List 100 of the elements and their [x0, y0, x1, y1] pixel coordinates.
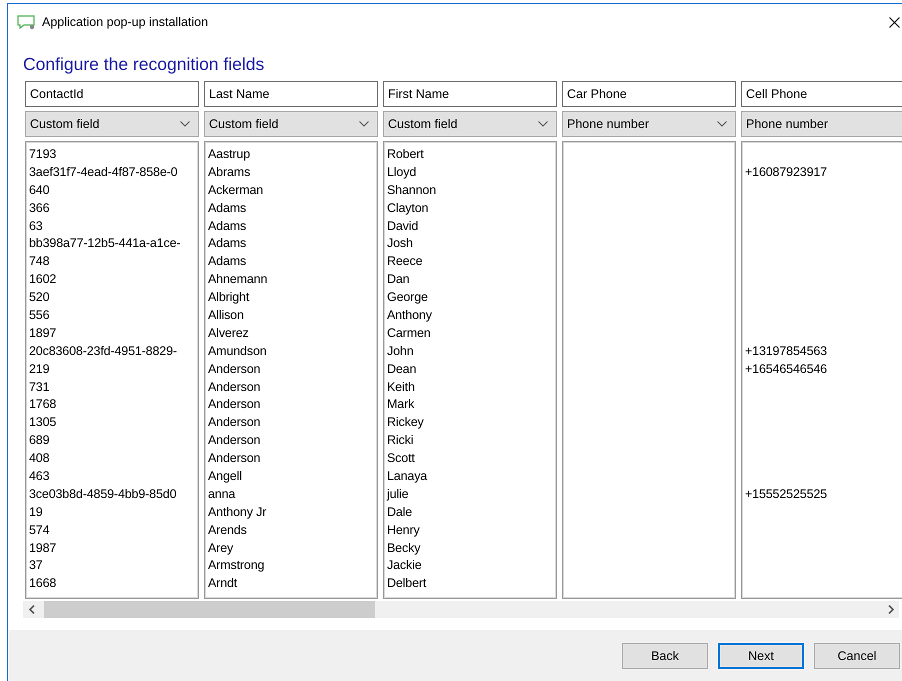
- list-value: Mark: [387, 397, 414, 412]
- list-value: Albright: [208, 290, 250, 304]
- list-value: Reece: [387, 254, 422, 268]
- field-type-dropdown[interactable]: Phone number: [562, 111, 736, 137]
- list-value: Delbert: [387, 576, 426, 590]
- list-value: Amundson: [208, 344, 267, 358]
- list-value: Anderson: [208, 397, 260, 412]
- field-type-dropdown[interactable]: Custom field: [204, 111, 378, 137]
- list-value: Becky: [387, 540, 420, 555]
- list-value: Anderson: [208, 380, 260, 394]
- list-value: Ahnemann: [208, 272, 268, 286]
- list-value: 1987: [29, 540, 56, 555]
- list-value: Anderson: [208, 433, 260, 448]
- list-value: 1668: [29, 576, 56, 590]
- list-value: Ricki: [387, 433, 414, 448]
- chevron-left-icon[interactable]: [28, 605, 34, 614]
- list-value: +15552525525: [745, 486, 827, 501]
- list-value: David: [387, 218, 418, 233]
- list-value: 640: [29, 182, 50, 197]
- list-value: Josh: [387, 236, 413, 250]
- column-header-field[interactable]: ContactId: [25, 81, 199, 107]
- list-value: Dean: [387, 362, 416, 376]
- list-value: Lanaya: [387, 469, 428, 484]
- list-value: 731: [29, 380, 50, 394]
- chevron-down-icon: [359, 121, 369, 127]
- list-value: Clayton: [387, 200, 428, 215]
- list-value: Aastrup: [208, 147, 250, 161]
- chat-bubble-icon: [17, 14, 36, 30]
- list-value: julie: [387, 486, 408, 501]
- list-value: 1768: [29, 397, 56, 412]
- list-value: Armstrong: [208, 558, 264, 572]
- list-value: 463: [29, 469, 50, 484]
- chevron-down-icon: [717, 121, 727, 127]
- list-value: 748: [29, 254, 50, 268]
- list-value: Anderson: [208, 451, 260, 466]
- list-value: Scott: [387, 451, 415, 466]
- list-value: 1305: [29, 415, 56, 430]
- list-value: Arey: [208, 540, 234, 555]
- list-value: Arends: [208, 522, 247, 537]
- list-value: Alverez: [208, 326, 249, 340]
- field-type-dropdown[interactable]: Phone number: [741, 111, 902, 137]
- column-header-field[interactable]: Car Phone: [562, 81, 736, 107]
- list-value: Jackie: [387, 558, 422, 572]
- list-value: Allison: [208, 308, 244, 322]
- list-value: 689: [29, 433, 50, 448]
- list-value: Adams: [208, 218, 246, 233]
- list-value: 219: [29, 362, 50, 376]
- list-value: 408: [29, 451, 50, 466]
- list-value: Adams: [208, 236, 246, 250]
- list-value: Dan: [387, 272, 410, 286]
- list-value: 7193: [29, 147, 56, 161]
- list-value: Keith: [387, 380, 415, 394]
- chevron-right-icon[interactable]: [888, 605, 894, 614]
- list-value: 20c83608-23fd-4951-8829-: [29, 344, 177, 358]
- close-icon[interactable]: [889, 16, 900, 28]
- list-value: Angell: [208, 469, 242, 484]
- column-header-field[interactable]: Last Name: [204, 81, 378, 107]
- column-header-field[interactable]: First Name: [383, 81, 557, 107]
- list-value: 37: [29, 558, 43, 572]
- horizontal-scrollbar[interactable]: [23, 601, 899, 618]
- column-header-field[interactable]: Cell Phone: [741, 81, 902, 107]
- list-value: +16546546546: [745, 362, 827, 376]
- list-value: 1602: [29, 272, 56, 286]
- list-value: Lloyd: [387, 164, 416, 179]
- list-value: Henry: [387, 522, 420, 537]
- list-value: Arndt: [208, 576, 238, 590]
- list-value: Anthony: [387, 308, 432, 322]
- list-value: +16087923917: [745, 164, 827, 179]
- list-value: 520: [29, 290, 50, 304]
- list-value: Anthony Jr: [208, 504, 266, 519]
- dialog-button[interactable]: Cancel: [814, 643, 900, 669]
- field-type-dropdown[interactable]: Custom field: [383, 111, 557, 137]
- list-value: John: [387, 344, 414, 358]
- list-value: Ackerman: [208, 182, 264, 197]
- list-value: 63: [29, 218, 43, 233]
- list-value: 366: [29, 200, 50, 215]
- chevron-down-icon: [180, 121, 190, 127]
- window-title: Application pop-up installation: [42, 15, 208, 29]
- list-value: Shannon: [387, 182, 436, 197]
- list-value: Adams: [208, 200, 246, 215]
- list-value: George: [387, 290, 428, 304]
- dialog-button[interactable]: Next: [718, 643, 804, 669]
- chevron-down-icon: [538, 121, 548, 127]
- list-value: +13197854563: [745, 344, 827, 358]
- list-value: Anderson: [208, 415, 260, 430]
- list-value: 1897: [29, 326, 56, 340]
- list-value: 19: [29, 504, 43, 519]
- list-value: 3aef31f7-4ead-4f87-858e-0: [29, 164, 178, 179]
- list-value: Robert: [387, 147, 424, 161]
- list-value: 574: [29, 522, 50, 537]
- field-type-dropdown[interactable]: Custom field: [25, 111, 199, 137]
- list-value: 3ce03b8d-4859-4bb9-85d0: [29, 486, 176, 501]
- list-value: 556: [29, 308, 50, 322]
- list-value: Abrams: [208, 164, 250, 179]
- list-value: Anderson: [208, 362, 260, 376]
- list-value: Carmen: [387, 326, 431, 340]
- list-value: Dale: [387, 504, 412, 519]
- page-heading: Configure the recognition fields: [23, 54, 266, 76]
- list-value: bb398a77-12b5-441a-a1ce-: [29, 236, 180, 250]
- dialog-button[interactable]: Back: [622, 643, 708, 669]
